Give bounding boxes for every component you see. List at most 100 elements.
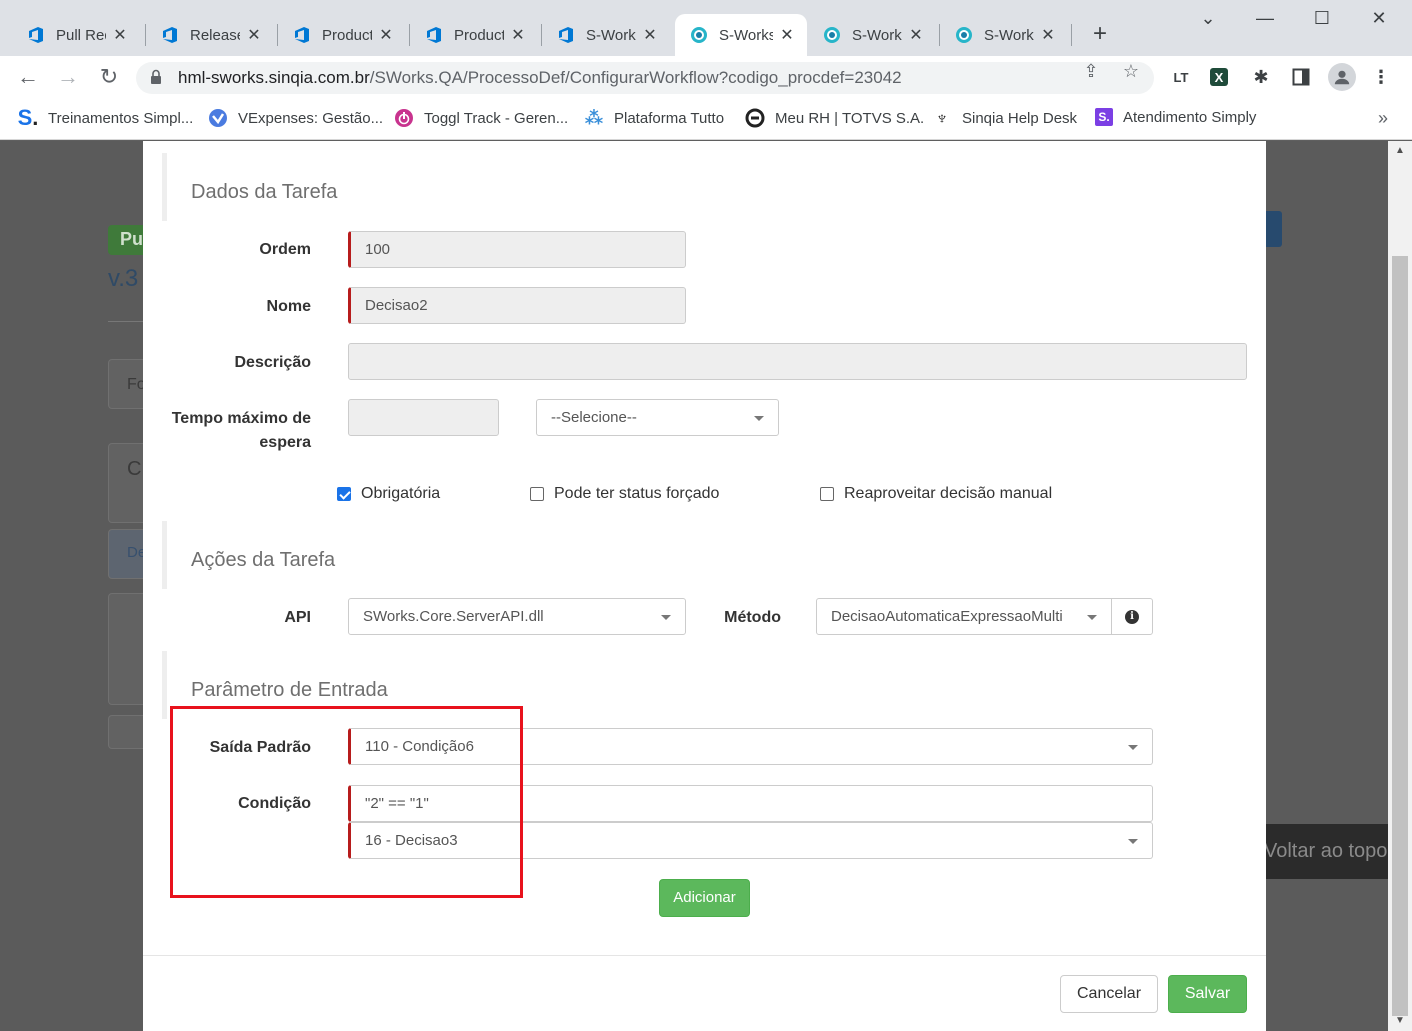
checkbox-checked-icon[interactable] [337,487,351,501]
tab-search-chevron-icon[interactable]: ⌄ [1193,8,1223,29]
checkbox-unchecked-icon[interactable] [820,487,834,501]
ordem-label: Ordem [259,241,311,258]
lambdatest-extension-icon[interactable]: LT [1170,66,1192,88]
tab-sworks-1[interactable]: S-Works ✕ [542,14,670,56]
profile-avatar-icon[interactable] [1328,63,1356,91]
tab-releases[interactable]: Releases ✕ [146,14,274,56]
tab-close-icon[interactable]: ✕ [1040,25,1056,45]
back-to-top-button[interactable]: Voltar ao topo [1264,824,1388,879]
background-toolbar [108,593,148,705]
tutto-icon: ⁂ [584,107,604,128]
totvs-icon [745,108,765,128]
tab-close-icon[interactable]: ✕ [112,25,128,45]
dropdown-caret-icon [1128,745,1138,750]
dropdown-caret-icon [754,416,764,421]
tab-close-icon[interactable]: ✕ [779,25,795,45]
section-dados-da-tarefa: Dados da Tarefa [162,153,337,221]
new-tab-plus-icon[interactable]: + [1088,20,1112,48]
reaproveitar-decisao-checkbox[interactable]: Reaproveitar decisão manual [820,485,1052,503]
tab-close-icon[interactable]: ✕ [246,25,262,45]
page-scrollbar[interactable]: ▲ ▼ [1388,141,1412,1031]
lock-icon [151,69,161,84]
sworks-icon [956,27,972,43]
tab-close-icon[interactable]: ✕ [908,25,924,45]
toggl-icon [394,108,414,128]
azure-devops-icon [559,27,573,43]
azure-devops-icon [163,27,177,43]
side-panel-icon[interactable] [1290,66,1312,88]
dropdown-caret-icon [1128,839,1138,844]
background-tab: De [108,529,148,579]
tempo-unit-select[interactable]: --Selecione-- [536,399,779,436]
bookmarks-bar: S. Treinamentos Simpl... VExpenses: Gest… [0,100,1412,140]
tab-pull-requests[interactable]: Pull Requ ✕ [12,14,140,56]
url-text[interactable]: hml-sworks.sinqia.com.br/SWorks.QA/Proce… [178,68,902,88]
bookmark-meu-rh[interactable]: Meu RH | TOTVS S.A. [745,108,924,128]
nome-field[interactable]: Decisao2 [348,287,686,324]
tab-sworks-active[interactable]: S-Works ✕ [675,14,807,56]
bookmark-star-icon[interactable]: ☆ [1120,61,1142,82]
ordem-field[interactable]: 100 [348,231,686,268]
bookmark-atendimento-simply[interactable]: S. Atendimento Simply [1095,108,1256,126]
share-icon[interactable]: ⇪ [1080,61,1102,82]
metodo-label: Método [724,609,781,626]
azure-devops-icon [427,27,441,43]
bookmark-treinamentos[interactable]: S. Treinamentos Simpl... [18,105,194,130]
minimize-icon[interactable]: — [1250,8,1280,29]
tempo-maximo-label: Tempo máximo de espera [171,410,311,451]
tab-close-icon[interactable]: ✕ [378,25,394,45]
section-acoes-da-tarefa: Ações da Tarefa [162,521,335,589]
excel-extension-icon[interactable]: X [1210,68,1228,86]
tab-close-icon[interactable]: ✕ [510,25,526,45]
background-panel: Fo [108,359,148,409]
tab-sworks-3[interactable]: S-Works ✕ [940,14,1068,56]
obrigatoria-checkbox[interactable]: Obrigatória [337,485,440,503]
divider [108,321,148,322]
url-omnibox[interactable]: hml-sworks.sinqia.com.br/SWorks.QA/Proce… [136,62,1154,94]
tab-separator [1071,24,1072,46]
bookmark-toggl[interactable]: Toggl Track - Geren... [394,108,568,128]
close-window-icon[interactable]: ✕ [1364,8,1394,29]
vexpenses-icon [208,108,228,128]
annotation-highlight-box [170,706,523,898]
status-badge: Pu [108,225,148,255]
maximize-icon[interactable]: ☐ [1307,8,1337,29]
adicionar-button[interactable]: Adicionar [659,879,750,917]
helpdesk-icon: ♆ [935,107,949,128]
tab-sworks-2[interactable]: S-Works ✕ [808,14,936,56]
scroll-down-icon[interactable]: ▼ [1388,1015,1412,1031]
dropdown-caret-icon [1087,615,1097,620]
bookmarks-overflow-chevron-icon[interactable]: » [1378,108,1388,129]
reload-icon[interactable]: ↻ [95,64,123,90]
bookmark-vexpenses[interactable]: VExpenses: Gestão... [208,108,383,128]
salvar-button[interactable]: Salvar [1168,975,1247,1013]
version-label: v.3 [108,265,139,292]
nome-label: Nome [266,298,311,315]
bookmark-tutto[interactable]: ⁂ Plataforma Tutto [584,108,724,128]
forward-arrow-icon[interactable]: → [54,64,82,90]
status-forcado-checkbox[interactable]: Pode ter status forçado [530,485,719,503]
metodo-select[interactable]: DecisaoAutomaticaExpressaoMulti [816,598,1112,635]
azure-devops-icon [295,27,309,43]
browser-menu-kebab-icon[interactable]: ⋮ [1370,66,1392,88]
tempo-maximo-field[interactable] [348,399,499,436]
task-config-modal: Dados da Tarefa Ordem 100 Nome Decisao2 … [143,141,1266,1031]
api-label: API [284,609,311,626]
background-panel: C [108,443,148,523]
background-lock-button [108,715,148,749]
scroll-thumb[interactable] [1392,256,1408,1016]
tab-strip: Pull Requ ✕ Releases ✕ Product ✕ Product… [0,0,1412,56]
metodo-info-button[interactable]: i [1111,598,1153,635]
tab-product-2[interactable]: Product ✕ [410,14,538,56]
extensions-puzzle-icon[interactable]: ✱ [1250,66,1272,88]
cancelar-button[interactable]: Cancelar [1060,975,1158,1013]
sworks-icon [824,27,840,43]
descricao-field[interactable] [348,343,1247,380]
bookmark-help-desk[interactable]: ♆ Sinqia Help Desk [932,108,1077,128]
back-arrow-icon[interactable]: ← [14,64,42,90]
tab-product-1[interactable]: Product ✕ [278,14,406,56]
scroll-up-icon[interactable]: ▲ [1388,145,1412,161]
tab-close-icon[interactable]: ✕ [642,25,658,45]
address-bar: ← → ↻ hml-sworks.sinqia.com.br/SWorks.QA… [0,56,1412,100]
checkbox-unchecked-icon[interactable] [530,487,544,501]
